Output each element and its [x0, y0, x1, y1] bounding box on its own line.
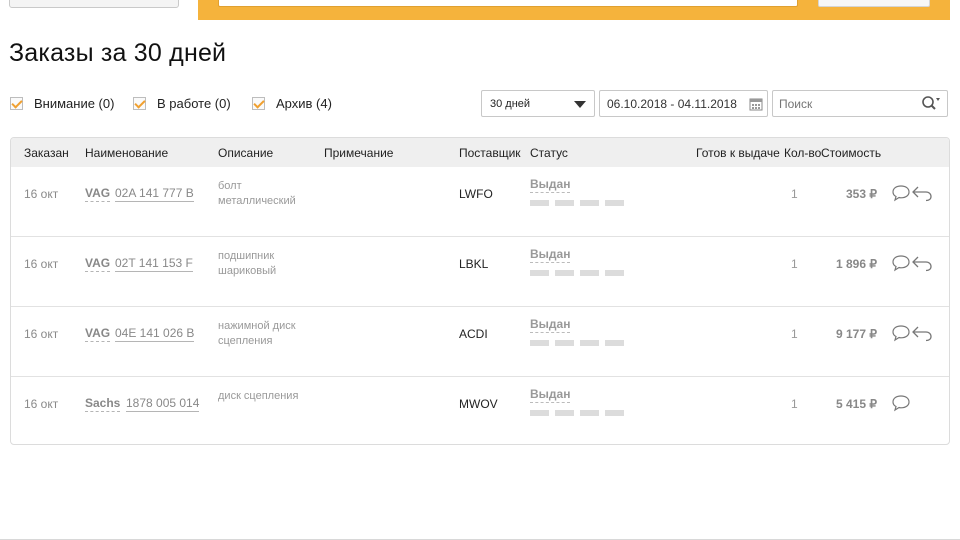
table-row[interactable]: 16 окт Sachs 1878 005 014 диск сцепления… [11, 377, 949, 444]
order-date: 16 окт [24, 257, 59, 271]
status-link[interactable]: Выдан [530, 177, 571, 193]
table-row[interactable]: 16 окт VAG 02T 141 153 F подшипник шарик… [11, 237, 949, 307]
header-qty[interactable]: Кол-во [784, 146, 821, 160]
status-link[interactable]: Выдан [530, 387, 571, 403]
date-range-field[interactable]: 06.10.2018 - 04.11.2018 [599, 90, 768, 117]
header-note[interactable]: Примечание [324, 146, 393, 160]
attention-checkbox[interactable] [10, 96, 23, 110]
comment-icon[interactable] [891, 324, 911, 342]
table-row[interactable]: 16 окт VAG 04E 141 026 B нажимной диск с… [11, 307, 949, 377]
return-icon[interactable] [911, 254, 933, 272]
top-left-button[interactable] [9, 0, 179, 8]
brand-link[interactable]: VAG [85, 186, 111, 202]
order-date: 16 окт [24, 187, 59, 201]
filter-in-progress-label: В работе (0) [157, 95, 231, 111]
header-name[interactable]: Наименование [85, 146, 168, 160]
status-progress [530, 270, 630, 276]
article-link[interactable]: 04E 141 026 B [115, 326, 195, 342]
row-actions [891, 324, 933, 342]
description: подшипник шариковый [218, 250, 277, 277]
comment-icon[interactable] [891, 254, 911, 272]
period-select-value: 30 дней [490, 97, 531, 110]
brand-link[interactable]: VAG [85, 326, 111, 342]
price: 9 177 ₽ [836, 327, 877, 341]
page-title: Заказы за 30 дней [9, 39, 227, 67]
row-actions [891, 394, 911, 412]
article-link[interactable]: 1878 005 014 [126, 396, 200, 412]
status-progress [530, 200, 630, 206]
comment-icon[interactable] [891, 394, 911, 412]
supplier: LBKL [459, 257, 489, 271]
search-icon[interactable] [921, 95, 941, 112]
price: 1 896 ₽ [836, 257, 877, 271]
top-search-button[interactable] [818, 0, 930, 7]
price: 353 ₽ [846, 187, 877, 201]
chevron-down-icon [574, 101, 586, 108]
article-link[interactable]: 02T 141 153 F [115, 256, 193, 272]
filter-archive-label: Архив (4) [276, 95, 332, 111]
table-row[interactable]: 16 окт VAG 02A 141 777 B болт металличес… [11, 167, 949, 237]
order-date: 16 окт [24, 397, 59, 411]
header-cost[interactable]: Стоимость [821, 146, 881, 160]
supplier: ACDI [459, 327, 488, 341]
in-progress-checkbox[interactable] [133, 96, 146, 110]
status-progress [530, 340, 630, 346]
return-icon[interactable] [911, 184, 933, 202]
brand-link[interactable]: VAG [85, 256, 111, 272]
filter-attention-label: Внимание (0) [34, 95, 115, 111]
description: нажимной диск сцепления [218, 320, 296, 347]
table-header: Заказан Наименование Описание Примечание… [11, 138, 949, 167]
description: диск сцепления [218, 390, 299, 402]
supplier: MWOV [459, 397, 498, 411]
header-ordered[interactable]: Заказан [24, 146, 69, 160]
return-icon[interactable] [911, 324, 933, 342]
filter-attention[interactable]: Внимание (0) [10, 94, 114, 112]
header-ready[interactable]: Готов к выдаче [696, 146, 780, 160]
archive-checkbox[interactable] [252, 96, 265, 110]
supplier: LWFO [459, 187, 493, 201]
header-supplier[interactable]: Поставщик [459, 146, 521, 160]
status-link[interactable]: Выдан [530, 317, 571, 333]
row-actions [891, 254, 933, 272]
date-range-value: 06.10.2018 - 04.11.2018 [607, 96, 737, 111]
status-progress [530, 410, 630, 416]
comment-icon[interactable] [891, 184, 911, 202]
filter-in-progress[interactable]: В работе (0) [133, 94, 231, 112]
status-link[interactable]: Выдан [530, 247, 571, 263]
article-link[interactable]: 02A 141 777 B [115, 186, 194, 202]
order-date: 16 окт [24, 327, 59, 341]
header-description[interactable]: Описание [218, 146, 273, 160]
top-search-input[interactable] [218, 0, 798, 7]
calendar-icon[interactable] [749, 97, 763, 111]
period-select[interactable]: 30 дней [481, 90, 595, 117]
description: болт металлический [218, 180, 296, 207]
header-status[interactable]: Статус [530, 146, 568, 160]
price: 5 415 ₽ [836, 397, 877, 411]
filter-archive[interactable]: Архив (4) [252, 94, 332, 112]
orders-table: Заказан Наименование Описание Примечание… [10, 137, 950, 445]
row-actions [891, 184, 933, 202]
brand-link[interactable]: Sachs [85, 396, 121, 412]
